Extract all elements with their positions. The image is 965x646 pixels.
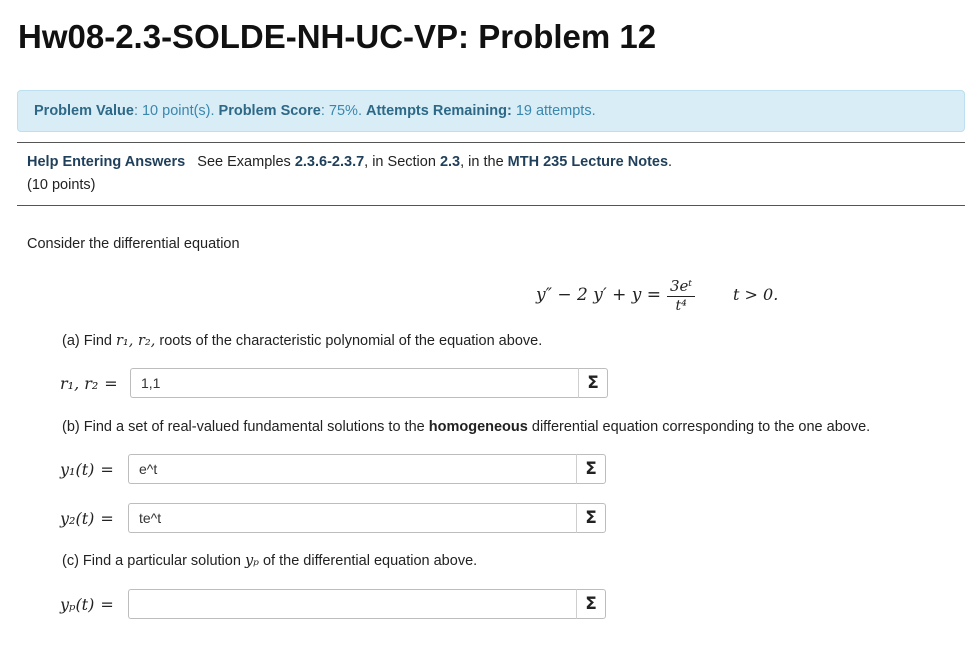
help-line: Help Entering Answers See Examples 2.3.6… — [27, 154, 672, 170]
problem-score-label: Problem Score — [218, 103, 321, 119]
roots-label-text: r₁, r₂ — [60, 373, 99, 393]
divider-bottom — [17, 205, 965, 206]
part-c-var: yₚ — [244, 553, 259, 569]
y1-label: y₁(t) = — [60, 460, 128, 479]
attempts-label: Attempts Remaining: — [365, 103, 512, 119]
problem-intro: Consider the differential equation — [27, 236, 240, 252]
y2-equals: = — [100, 508, 114, 528]
part-b-text: (b) Find a set of real-valued fundamenta… — [62, 419, 870, 435]
fraction-numerator: 3eᵗ — [667, 276, 696, 297]
equation-lhs: y″ − 2 y′ + y = — [536, 285, 661, 305]
differential-equation: y″ − 2 y′ + y = 3eᵗ t⁴ — [536, 268, 696, 322]
answer-row-y2: y₂(t) = te^t Σ — [60, 503, 606, 533]
divider-top — [17, 142, 965, 143]
section-link[interactable]: 2.3 — [440, 154, 460, 170]
problem-info-box: Problem Value : 10 point(s). Problem Sco… — [17, 90, 965, 132]
part-a-text: (a) Find r₁, r₂, roots of the characteri… — [62, 333, 542, 349]
part-a-var: r₁, r₂, — [116, 333, 156, 349]
y2-equation-editor-button[interactable]: Σ — [576, 503, 606, 533]
yp-input[interactable] — [128, 589, 576, 619]
y1-label-text: y₁(t) — [60, 459, 95, 479]
help-period: . — [668, 154, 673, 170]
equation-fraction: 3eᵗ t⁴ — [667, 276, 696, 315]
roots-equals: = — [104, 373, 118, 393]
yp-equation-editor-button[interactable]: Σ — [576, 589, 606, 619]
answer-row-yp: yₚ(t) = Σ — [60, 589, 606, 619]
equation-condition: t > 0. — [733, 285, 779, 304]
page-title: Hw08-2.3-SOLDE-NH-UC-VP: Problem 12 — [18, 18, 657, 55]
y2-input[interactable]: te^t — [128, 503, 576, 533]
y2-label: y₂(t) = — [60, 509, 128, 528]
part-c-prefix: (c) Find a particular solution — [62, 553, 241, 569]
yp-label: yₚ(t) = — [60, 595, 128, 614]
part-b-suffix: differential equation corresponding to t… — [531, 419, 871, 435]
points-text: (10 points) — [27, 177, 96, 193]
part-b-prefix: (b) Find a set of real-valued fundamenta… — [62, 419, 425, 435]
y1-equation-editor-button[interactable]: Σ — [576, 454, 606, 484]
examples-link[interactable]: 2.3.6-2.3.7 — [295, 154, 364, 170]
answer-row-roots: r₁, r₂ = 1,1 Σ — [60, 368, 608, 398]
help-in-section-text: , in Section — [364, 154, 436, 170]
part-b-bold: homogeneous — [428, 419, 528, 435]
yp-label-text: yₚ(t) — [60, 594, 95, 614]
attempts-text: 19 attempts. — [515, 103, 596, 119]
part-c-suffix: of the differential equation above. — [262, 553, 478, 569]
roots-equation-editor-button[interactable]: Σ — [578, 368, 608, 398]
problem-score-text: : 75%. — [320, 103, 362, 119]
roots-label: r₁, r₂ = — [60, 374, 130, 393]
fraction-denominator: t⁴ — [675, 297, 687, 314]
problem-value-text: : 10 point(s). — [133, 103, 215, 119]
part-a-suffix: roots of the characteristic polynomial o… — [159, 333, 543, 349]
part-c-text: (c) Find a particular solution yₚ of the… — [62, 553, 477, 569]
y1-equals: = — [100, 459, 114, 479]
help-see-text: See Examples — [197, 154, 291, 170]
answer-row-y1: y₁(t) = e^t Σ — [60, 454, 606, 484]
help-in-the-text: , in the — [460, 154, 504, 170]
y2-label-text: y₂(t) — [60, 508, 95, 528]
roots-input[interactable]: 1,1 — [130, 368, 578, 398]
problem-value-label: Problem Value — [34, 103, 134, 119]
lecture-notes-link[interactable]: MTH 235 Lecture Notes — [508, 154, 668, 170]
yp-equals: = — [100, 594, 114, 614]
help-entering-answers-link[interactable]: Help Entering Answers — [27, 154, 185, 170]
part-a-prefix: (a) Find — [62, 333, 112, 349]
y1-input[interactable]: e^t — [128, 454, 576, 484]
